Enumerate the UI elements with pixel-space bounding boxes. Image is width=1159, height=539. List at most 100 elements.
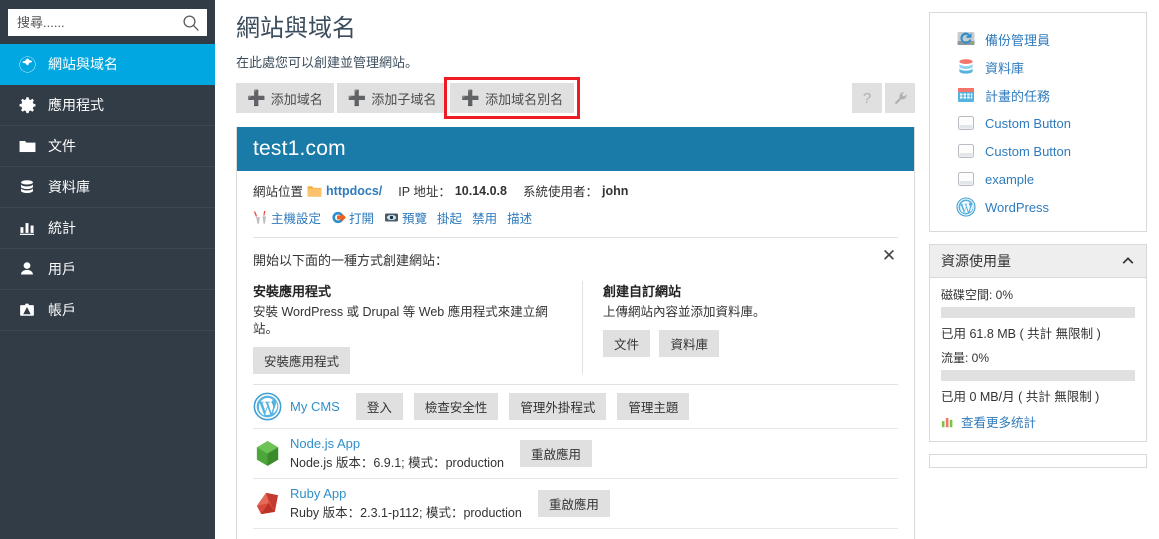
manage-themes-button[interactable]: 管理主題 bbox=[617, 393, 689, 420]
create-website-title: 開始以下面的一種方式創建網站： bbox=[253, 250, 898, 269]
plus-icon: ➕ bbox=[348, 91, 367, 106]
page-subtitle: 在此處您可以創建並管理網站。 bbox=[236, 52, 915, 71]
op-label[interactable]: 主機設定 bbox=[271, 208, 321, 227]
files-button[interactable]: 文件 bbox=[603, 330, 650, 357]
chevron-up-icon[interactable] bbox=[1121, 254, 1135, 268]
custom-website-heading: 創建自訂網站 bbox=[603, 281, 766, 300]
plus-icon: ➕ bbox=[461, 91, 480, 106]
domain-operations-row: 主機設定 打開 bbox=[253, 208, 898, 238]
suspend-op[interactable]: 掛起 bbox=[437, 208, 462, 227]
app-meta: Node.js 版本：6.9.1; 模式：production bbox=[290, 452, 504, 471]
sidebar-item-applications[interactable]: 應用程式 bbox=[0, 85, 215, 126]
app-name[interactable]: Node.js App bbox=[290, 436, 504, 451]
login-button[interactable]: 登入 bbox=[356, 393, 403, 420]
id-card-icon bbox=[16, 299, 38, 321]
app-row: My CMS 登入 檢查安全性 管理外掛程式 管理主題 bbox=[253, 385, 898, 429]
hosting-settings-op[interactable]: 主機設定 bbox=[253, 208, 321, 227]
sidebar-item-label: 網站與域名 bbox=[48, 57, 118, 71]
link-label: example bbox=[985, 172, 1034, 187]
panel-title: 資源使用量 bbox=[941, 251, 1011, 271]
custom-website-body: 上傳網站內容並添加資料庫。 bbox=[603, 304, 766, 321]
page-title: 網站與域名 bbox=[236, 14, 915, 44]
disable-op[interactable]: 禁用 bbox=[472, 208, 497, 227]
restart-app-button[interactable]: 重啟應用 bbox=[520, 440, 592, 467]
disk-space-label: 磁碟空間: 0% bbox=[941, 286, 1135, 303]
install-app-heading: 安裝應用程式 bbox=[253, 281, 566, 300]
sysuser-label: 系統使用者： bbox=[523, 181, 598, 200]
quick-links-panel: 備份管理員 資料庫 bbox=[929, 12, 1147, 232]
sidebar-item-label: 資料庫 bbox=[48, 180, 90, 194]
help-button[interactable]: ? bbox=[852, 83, 882, 113]
domain-card-body: 網站位置 httpdocs/ IP 地址： 10.14.0.8 系統使用者： j… bbox=[237, 171, 914, 539]
sidebar-item-account[interactable]: 帳戶 bbox=[0, 290, 215, 331]
search-input[interactable] bbox=[9, 10, 206, 35]
databases-link[interactable]: 資料庫 bbox=[930, 53, 1146, 81]
site-location-row: 網站位置 httpdocs/ IP 地址： 10.14.0.8 系統使用者： j… bbox=[253, 181, 898, 200]
sidebar-item-files[interactable]: 文件 bbox=[0, 126, 215, 167]
sidebar-item-websites-domains[interactable]: 網站與域名 bbox=[0, 44, 215, 85]
wordpress-link[interactable]: WordPress bbox=[930, 193, 1146, 221]
disk-space-used: 已用 61.8 MB ( 共計 無限制 ) bbox=[941, 323, 1135, 342]
custom-button-link-1[interactable]: Custom Button bbox=[930, 109, 1146, 137]
sidebar-item-databases[interactable]: 資料庫 bbox=[0, 167, 215, 208]
resource-usage-header[interactable]: 資源使用量 bbox=[930, 245, 1146, 278]
open-op[interactable]: 打開 bbox=[331, 208, 374, 227]
toolbar: ➕ 添加域名 ➕ 添加子域名 ➕ 添加域名別名 ? bbox=[236, 83, 915, 113]
op-label[interactable]: 打開 bbox=[349, 208, 374, 227]
app-text-block: Ruby App Ruby 版本：2.3.1-p112; 模式：producti… bbox=[290, 486, 522, 521]
preview-op[interactable]: 預覽 bbox=[384, 208, 427, 227]
view-more-statistics-link[interactable]: 查看更多统計 bbox=[941, 412, 1135, 431]
ruby-icon bbox=[253, 489, 282, 518]
link-label: Custom Button bbox=[985, 116, 1071, 131]
add-domain-button[interactable]: ➕ 添加域名 bbox=[236, 83, 334, 113]
main-content: 網站與域名 在此處您可以創建並管理網站。 ➕ 添加域名 ➕ 添加子域名 ➕ 添加… bbox=[215, 0, 929, 539]
app-name[interactable]: My CMS bbox=[290, 399, 340, 414]
app-buttons: 登入 檢查安全性 管理外掛程式 管理主題 bbox=[356, 393, 695, 420]
example-link[interactable]: example bbox=[930, 165, 1146, 193]
link-label: WordPress bbox=[985, 200, 1049, 215]
wordpress-icon bbox=[956, 197, 976, 217]
backup-manager-link[interactable]: 備份管理員 bbox=[930, 25, 1146, 53]
add-domain-alias-button[interactable]: ➕ 添加域名別名 bbox=[450, 83, 574, 113]
tools-settings-button[interactable] bbox=[885, 83, 915, 113]
button-label: 添加域名 bbox=[271, 89, 323, 108]
button-label: 添加子域名 bbox=[371, 89, 436, 108]
toolbar-right-group: ? bbox=[852, 83, 915, 113]
blank-button-icon bbox=[956, 141, 976, 161]
app-buttons: 重啟應用 bbox=[520, 440, 597, 467]
plesk-panel: 網站與域名 應用程式 文件 bbox=[0, 0, 1159, 539]
search-box[interactable] bbox=[8, 9, 207, 36]
sidebar-item-label: 帳戶 bbox=[48, 303, 76, 317]
custom-website-column: 創建自訂網站 上傳網站內容並添加資料庫。 文件 資料庫 bbox=[583, 281, 766, 374]
httpdocs-link[interactable]: httpdocs/ bbox=[326, 184, 382, 198]
sysuser-value: john bbox=[602, 184, 628, 198]
user-icon bbox=[16, 258, 38, 280]
app-name[interactable]: Ruby App bbox=[290, 486, 522, 501]
sidebar-item-users[interactable]: 用戶 bbox=[0, 249, 215, 290]
op-label[interactable]: 預覽 bbox=[402, 208, 427, 227]
resource-usage-panel: 資源使用量 磁碟空間: 0% 已用 61.8 MB ( 共計 無限制 ) 流量:… bbox=[929, 244, 1147, 442]
custom-button-link-2[interactable]: Custom Button bbox=[930, 137, 1146, 165]
manage-plugins-button[interactable]: 管理外掛程式 bbox=[509, 393, 606, 420]
wrench-icon bbox=[893, 91, 908, 106]
show-less-toggle[interactable]: ▲顯示更少 bbox=[253, 529, 898, 539]
search-container bbox=[0, 0, 215, 44]
restart-app-button[interactable]: 重啟應用 bbox=[538, 490, 610, 517]
sidebar-item-label: 應用程式 bbox=[48, 98, 104, 112]
scheduled-tasks-link[interactable]: 計畫的任務 bbox=[930, 81, 1146, 109]
description-op[interactable]: 描述 bbox=[507, 208, 532, 227]
bar-chart-icon bbox=[16, 217, 38, 239]
calendar-icon bbox=[956, 85, 976, 105]
create-website-block: 開始以下面的一種方式創建網站： ✕ 安裝應用程式 安裝 WordPress 或 … bbox=[253, 238, 898, 385]
nodejs-icon bbox=[253, 439, 282, 468]
close-icon[interactable]: ✕ bbox=[880, 247, 898, 264]
install-app-body: 安裝 WordPress 或 Drupal 等 Web 應用程式來建立網站。 bbox=[253, 304, 566, 338]
install-app-button[interactable]: 安裝應用程式 bbox=[253, 347, 350, 374]
databases-button[interactable]: 資料庫 bbox=[659, 330, 719, 357]
check-security-button[interactable]: 檢查安全性 bbox=[414, 393, 499, 420]
link-label: 備份管理員 bbox=[985, 30, 1050, 49]
right-rail: 備份管理員 資料庫 bbox=[929, 0, 1159, 539]
domain-card-header: test1.com bbox=[237, 127, 914, 171]
add-subdomain-button[interactable]: ➕ 添加子域名 bbox=[337, 83, 448, 113]
sidebar-item-statistics[interactable]: 統計 bbox=[0, 208, 215, 249]
